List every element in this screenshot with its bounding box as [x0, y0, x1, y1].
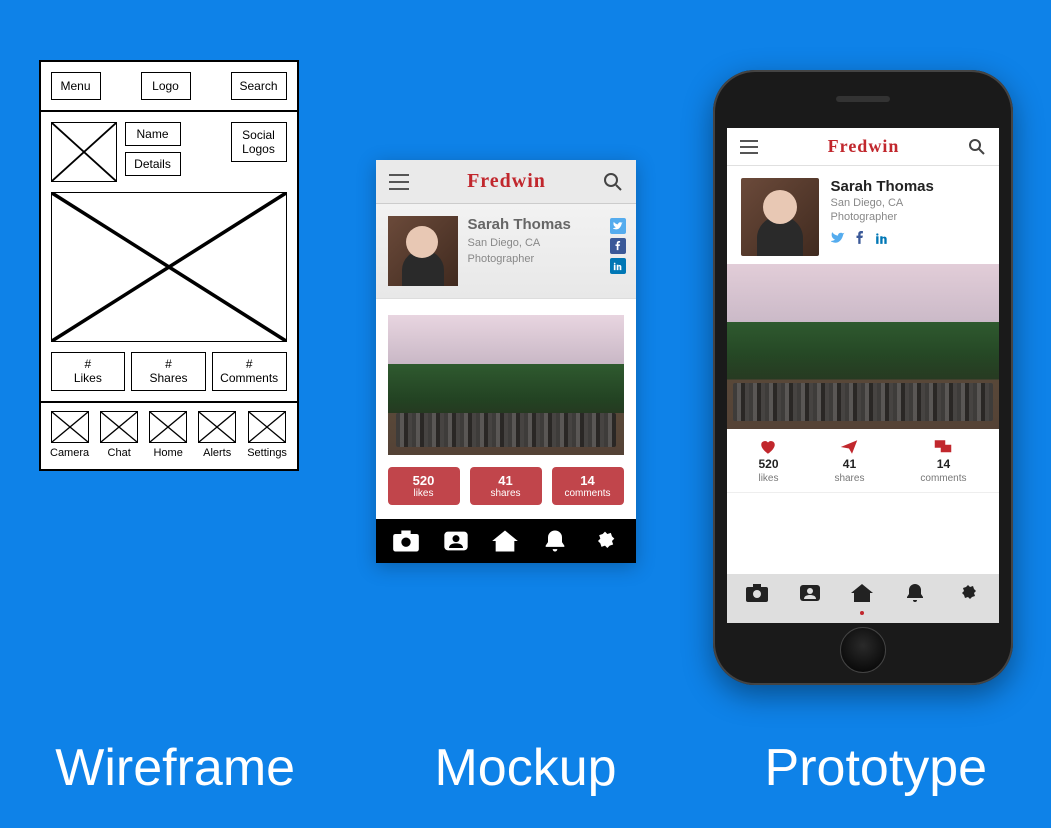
proto-stats: 520likes 41shares 14comments — [727, 429, 999, 493]
proto-profile: Sarah Thomas San Diego, CA Photographer — [727, 166, 999, 264]
active-indicator — [860, 611, 864, 615]
shares-placeholder[interactable]: #Shares — [131, 352, 206, 391]
comments-placeholder[interactable]: #Comments — [212, 352, 287, 391]
avatar-placeholder — [51, 122, 117, 182]
proto-header: Fredwin — [727, 128, 999, 166]
mockup-stats: 520likes 41shares 14comments — [376, 467, 636, 519]
prototype-screen: Fredwin Sarah Thomas San Diego, CA Photo… — [727, 128, 999, 623]
label-mockup: Mockup — [352, 738, 699, 798]
nav-alerts[interactable]: Alerts — [198, 411, 236, 459]
search-icon[interactable] — [968, 138, 986, 156]
avatar[interactable] — [388, 216, 458, 286]
name-placeholder: Name — [125, 122, 181, 146]
logo-placeholder: Logo — [141, 72, 191, 100]
likes-placeholder[interactable]: #Likes — [51, 352, 126, 391]
user-role: Photographer — [831, 211, 934, 223]
menu-placeholder[interactable]: Menu — [51, 72, 101, 100]
shares-stat[interactable]: 41shares — [834, 439, 864, 484]
user-name: Sarah Thomas — [468, 216, 571, 233]
social-placeholder[interactable]: Social Logos — [231, 122, 287, 162]
nav-contact[interactable] — [798, 582, 822, 615]
linkedin-icon[interactable] — [610, 258, 626, 274]
mockup-profile: Sarah Thomas San Diego, CA Photographer — [376, 204, 636, 299]
comments-stat[interactable]: 14comments — [920, 439, 966, 484]
mockup-header: Fredwin — [376, 160, 636, 204]
phone-frame: Fredwin Sarah Thomas San Diego, CA Photo… — [713, 70, 1013, 685]
nav-home[interactable]: Home — [149, 411, 187, 459]
wireframe-panel: Menu Logo Search Name Details Social Log… — [39, 60, 299, 471]
gear-icon[interactable] — [591, 529, 619, 553]
camera-icon[interactable] — [392, 529, 420, 553]
wireframe-header: Menu Logo Search — [41, 62, 297, 112]
label-prototype: Prototype — [702, 738, 1049, 798]
user-name: Sarah Thomas — [831, 178, 934, 195]
wireframe-nav: Camera Chat Home Alerts Settings — [41, 401, 297, 469]
user-location: San Diego, CA — [468, 237, 571, 249]
nav-alerts[interactable] — [903, 582, 927, 615]
likes-stat[interactable]: 520likes — [758, 439, 778, 484]
feed-photo[interactable] — [388, 315, 624, 455]
bell-icon[interactable] — [541, 529, 569, 553]
contact-icon[interactable] — [442, 529, 470, 553]
nav-settings[interactable] — [956, 582, 980, 615]
details-placeholder: Details — [125, 152, 181, 176]
nav-camera[interactable]: Camera — [50, 411, 89, 459]
brand-logo: Fredwin — [828, 136, 900, 157]
wireframe-stats: #Likes #Shares #Comments — [41, 352, 297, 401]
brand-logo: Fredwin — [467, 170, 546, 193]
facebook-icon[interactable] — [853, 231, 867, 245]
user-location: San Diego, CA — [831, 197, 934, 209]
menu-icon[interactable] — [739, 139, 759, 155]
menu-icon[interactable] — [388, 173, 410, 191]
label-wireframe: Wireframe — [2, 738, 349, 798]
nav-settings[interactable]: Settings — [247, 411, 287, 459]
phone-home-button[interactable] — [840, 627, 886, 673]
photo-placeholder — [51, 192, 287, 342]
mockup-bottom-nav — [376, 519, 636, 563]
shares-pill[interactable]: 41shares — [470, 467, 542, 505]
nav-home[interactable] — [850, 582, 874, 615]
facebook-icon[interactable] — [610, 238, 626, 254]
nav-camera[interactable] — [745, 582, 769, 615]
feed-photo[interactable] — [727, 264, 999, 429]
user-role: Photographer — [468, 253, 571, 265]
proto-bottom-nav — [727, 574, 999, 623]
avatar[interactable] — [741, 178, 819, 256]
search-icon[interactable] — [603, 172, 623, 192]
social-links — [831, 231, 934, 245]
mockup-panel: Fredwin Sarah Thomas San Diego, CA Photo… — [376, 160, 636, 563]
linkedin-icon[interactable] — [875, 231, 889, 245]
home-icon[interactable] — [491, 529, 519, 553]
stage-labels: Wireframe Mockup Prototype — [0, 738, 1051, 798]
search-placeholder[interactable]: Search — [231, 72, 287, 100]
twitter-icon[interactable] — [831, 231, 845, 245]
twitter-icon[interactable] — [610, 218, 626, 234]
likes-pill[interactable]: 520likes — [388, 467, 460, 505]
social-links — [610, 218, 626, 274]
nav-chat[interactable]: Chat — [100, 411, 138, 459]
comments-pill[interactable]: 14comments — [552, 467, 624, 505]
wireframe-profile: Name Details Social Logos — [41, 112, 297, 192]
